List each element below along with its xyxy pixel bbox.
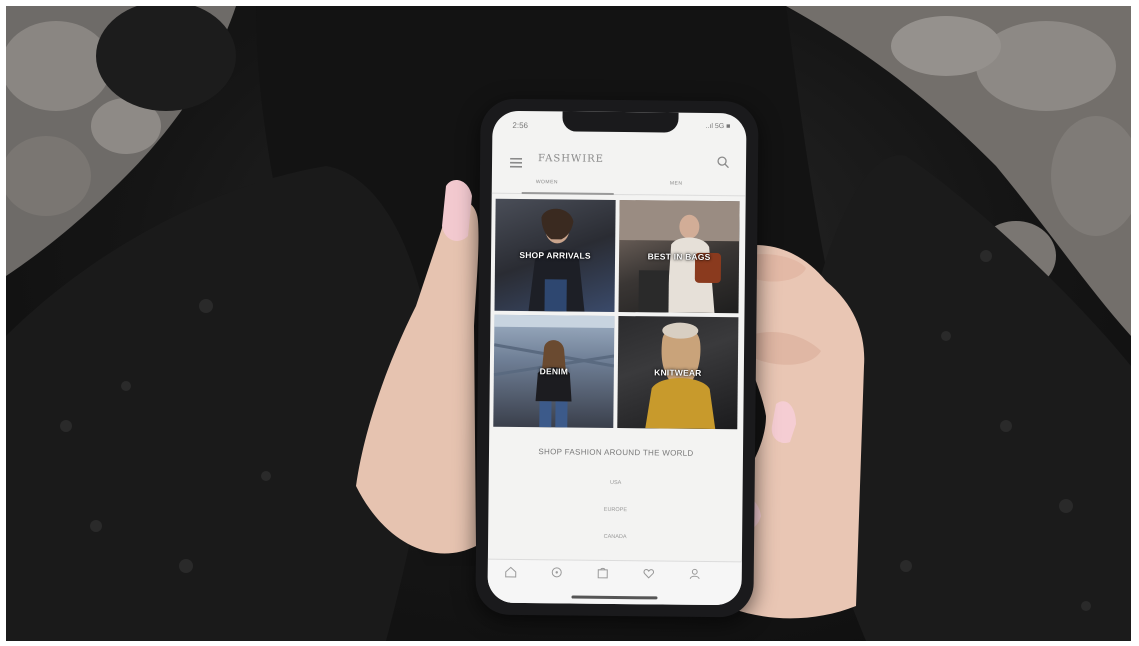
country-link-europe[interactable]: EUROPE [488,506,742,515]
bottom-nav [487,558,742,606]
scene: 2:56 ..ıl 5G ■ FASHWIRE WOMEN MEN SHOP A… [0,0,1139,646]
phone-notch [562,111,679,133]
country-link-canada[interactable]: CANADA [488,533,742,542]
tile-best-in-bags[interactable]: BEST IN BAGS [618,200,740,314]
tile-label: KNITWEAR [654,367,702,378]
photo: 2:56 ..ıl 5G ■ FASHWIRE WOMEN MEN SHOP A… [6,6,1131,641]
tile-label: DENIM [539,366,569,377]
nav-profile[interactable] [682,568,708,594]
section-title: SHOP FASHION AROUND THE WORLD [538,447,694,458]
status-indicators: ..ıl 5G ■ [705,122,731,131]
phone-screen: 2:56 ..ıl 5G ■ FASHWIRE WOMEN MEN SHOP A… [487,110,747,606]
app-header: FASHWIRE [492,149,746,174]
smartphone: 2:56 ..ıl 5G ■ FASHWIRE WOMEN MEN SHOP A… [475,98,759,618]
tile-shop-arrivals[interactable]: SHOP ARRIVALS [494,198,616,312]
nav-discover[interactable] [544,566,570,592]
active-tab-indicator [521,191,614,195]
shop-icon [597,567,608,579]
home-icon [505,566,517,578]
category-grid: SHOP ARRIVALS BEST IN BAGS DENIM KNITWEA… [493,198,741,432]
tile-label: SHOP ARRIVALS [519,249,591,261]
tile-label: BEST IN BAGS [647,251,711,262]
status-time: 2:56 [512,120,529,131]
gender-tabs: WOMEN MEN [491,174,746,197]
nav-shop[interactable] [590,567,616,593]
wishlist-icon [643,569,655,579]
nav-home[interactable] [498,566,524,592]
home-indicator [571,595,658,600]
search-icon[interactable] [716,155,730,169]
country-link-usa[interactable]: USA [489,479,743,488]
app-logo: FASHWIRE [538,153,605,165]
discover-icon [551,567,562,578]
tab-men[interactable]: MEN [670,181,683,187]
profile-icon [689,568,700,580]
tile-knitwear[interactable]: KNITWEAR [617,316,739,430]
hamburger-menu-icon[interactable] [509,155,523,168]
tile-denim[interactable]: DENIM [493,314,615,428]
tab-women[interactable]: WOMEN [536,179,558,185]
nav-wishlist[interactable] [636,567,662,593]
